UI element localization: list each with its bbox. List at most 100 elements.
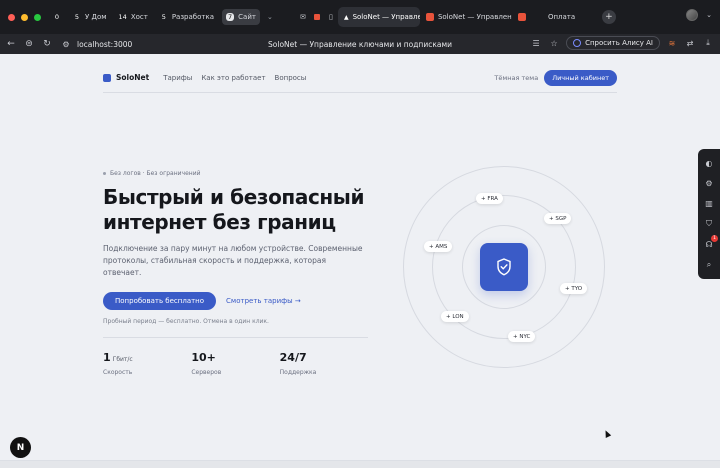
notification-badge: 1	[711, 235, 718, 243]
reader-icon[interactable]: ⊜	[20, 35, 38, 53]
dot-icon	[103, 172, 106, 175]
workspace-count: 5	[161, 13, 166, 21]
shield-check-icon[interactable]: ⛉	[704, 219, 714, 229]
logo-icon	[103, 73, 111, 82]
tab-solonet[interactable]: SoloNet — Управление к	[420, 7, 512, 27]
url-text: localhost:3000	[77, 39, 133, 49]
stat-support: 24/7 Поддержка	[280, 351, 368, 376]
headset-icon[interactable]: ☊ 1	[704, 235, 718, 249]
shield-icon	[480, 243, 528, 291]
workspace-count: 7	[226, 13, 235, 21]
workspace-label: Хост	[130, 13, 148, 21]
ask-alice-button[interactable]: Спросить Алису AI	[566, 36, 660, 50]
mouse-cursor-icon	[602, 429, 612, 438]
settings-icon[interactable]: ⚙	[704, 178, 714, 188]
divider	[103, 337, 368, 338]
try-free-button[interactable]: Попробовать бесплатно	[103, 292, 217, 310]
chevron-down-icon[interactable]: ⌄	[706, 11, 712, 19]
back-arrow-icon[interactable]: ←	[2, 35, 20, 53]
location-pill-sgp: + SGP	[544, 213, 572, 224]
alice-icon	[573, 39, 582, 47]
workspace-host[interactable]: 14 Хост	[115, 9, 152, 25]
window-controls	[8, 13, 41, 21]
location-pill-tyo: + TYO	[560, 283, 588, 294]
hero-section: Без логов · Без ограничений Быстрый и бе…	[103, 170, 368, 376]
translate-icon[interactable]: ⇄	[684, 39, 696, 48]
location-pill-nyc: + NYC	[508, 331, 536, 342]
workspace-0[interactable]: 0	[49, 9, 65, 25]
workspace-label: Разработка	[171, 13, 214, 21]
theme-toggle[interactable]: Тёмная тема	[494, 74, 538, 82]
workspace-home[interactable]: 5 У Дом	[69, 9, 111, 25]
location-pill-ams: + AMS	[424, 241, 453, 252]
nav-link-faq[interactable]: Вопросы	[275, 74, 307, 82]
reload-icon[interactable]: ↻	[38, 35, 56, 53]
search-icon[interactable]: ⌕	[704, 260, 714, 270]
stat-unit: Гбит/с	[112, 356, 133, 363]
location-pill-fra: + FRA	[476, 193, 503, 204]
ask-alice-label: Спросить Алису AI	[585, 39, 653, 47]
webpage: SoloNet Тарифы Как это работает Вопросы …	[0, 54, 720, 468]
pinned-tab-icon[interactable]	[310, 9, 324, 25]
nav-link-pricing[interactable]: Тарифы	[163, 74, 192, 82]
stat-speed: 1 Гбит/с Скорость	[103, 351, 191, 376]
browser-side-panel: ◐ ⚙ ▥ ⛉ ☊ 1 ⌕	[698, 149, 720, 279]
address-bar: SoloNet — Управление ключами и подпискам…	[0, 34, 720, 54]
extension-icon[interactable]: ≋	[666, 39, 678, 48]
minimize-window-button[interactable]	[21, 13, 28, 21]
eyebrow-text: Без логов · Без ограничений	[110, 170, 201, 177]
workspace-count: 5	[74, 13, 80, 21]
url-field[interactable]: ⚙ localhost:3000	[60, 40, 132, 49]
bookmark-icon[interactable]: ☆	[548, 39, 560, 48]
hero-subtitle: Подключение за пару минут на любом устро…	[103, 244, 363, 277]
apple-icon[interactable]	[282, 9, 296, 25]
mail-icon[interactable]: ✉	[296, 9, 310, 25]
triangle-icon: ▲	[343, 13, 349, 21]
cta-row: Попробовать бесплатно Смотреть тарифы →	[103, 292, 368, 310]
location-pill-lon: + LON	[441, 311, 469, 322]
avatar[interactable]	[686, 9, 699, 21]
site-nav: Тарифы Как это работает Вопросы	[163, 74, 306, 82]
browser-tab-bar: 0 5У Дом 14 Хост 5 Разработка 7 Сайт ⌄ ✉ ▯ …	[0, 0, 720, 34]
tab-solonet-active[interactable]: ▲ SoloNet — Управлени ✕	[337, 7, 420, 27]
stat-value: 24/7	[279, 351, 307, 364]
view-pricing-link[interactable]: Смотреть тарифы →	[226, 297, 301, 305]
document-icon[interactable]: ▯	[324, 9, 338, 25]
stat-servers: 10+ Серверов	[191, 351, 279, 376]
tab-favicon-icon	[517, 13, 526, 21]
server-orbit-graphic: + FRA + SGP + AMS + TYO + LON + NYC	[403, 166, 605, 368]
nextjs-dev-badge[interactable]: N	[10, 437, 31, 458]
tab-label: SoloNet — Управлени	[352, 13, 420, 21]
close-window-button[interactable]	[8, 13, 15, 21]
workspace-count: 0	[54, 13, 60, 21]
maximize-window-button[interactable]	[34, 13, 41, 21]
header-actions: Тёмная тема Личный кабинет	[494, 69, 617, 86]
stat-label: Серверов	[191, 369, 222, 376]
tab-payment[interactable]: Оплата	[512, 7, 596, 27]
logo-text: SoloNet	[116, 73, 150, 82]
stats-row: 1 Гбит/с Скорость 10+ Серверов 24/7 Подде…	[103, 351, 368, 376]
chevron-down-icon[interactable]: ⌄	[264, 9, 276, 25]
palette-icon[interactable]: ◐	[704, 158, 714, 168]
workspace-site[interactable]: 7 Сайт	[222, 9, 260, 25]
account-button[interactable]: Личный кабинет	[544, 69, 617, 86]
tab-label: SoloNet — Управление к	[437, 13, 512, 21]
new-tab-button[interactable]: +	[601, 10, 616, 24]
workspace-label: У Дом	[85, 13, 107, 21]
workspace-switcher: 0 5 У Дом 14 Хост 5 Разработка 7 Сайт ⌄	[49, 9, 276, 25]
reading-list-icon[interactable]: ☰	[530, 39, 542, 48]
nav-link-how-it-works[interactable]: Как это работает	[201, 74, 265, 82]
stat-value: 10+	[191, 351, 216, 364]
tab-label: Оплата	[547, 13, 576, 21]
tabbar-right: ⌄	[686, 9, 712, 21]
workspace-count: 14	[118, 13, 127, 21]
download-icon[interactable]: ⤓	[702, 38, 714, 48]
stats-icon[interactable]: ▥	[704, 199, 714, 209]
site-logo[interactable]: SoloNet	[103, 73, 149, 82]
tab-favicon-icon	[425, 13, 434, 21]
stat-label: Скорость	[103, 369, 133, 376]
address-bar-actions: ☰ ☆ Спросить Алису AI ≋ ⇄ ⤓	[530, 36, 714, 50]
workspace-dev[interactable]: 5 Разработка	[156, 9, 218, 25]
stat-label: Поддержка	[279, 369, 317, 376]
site-settings-icon[interactable]: ⚙	[60, 40, 72, 49]
